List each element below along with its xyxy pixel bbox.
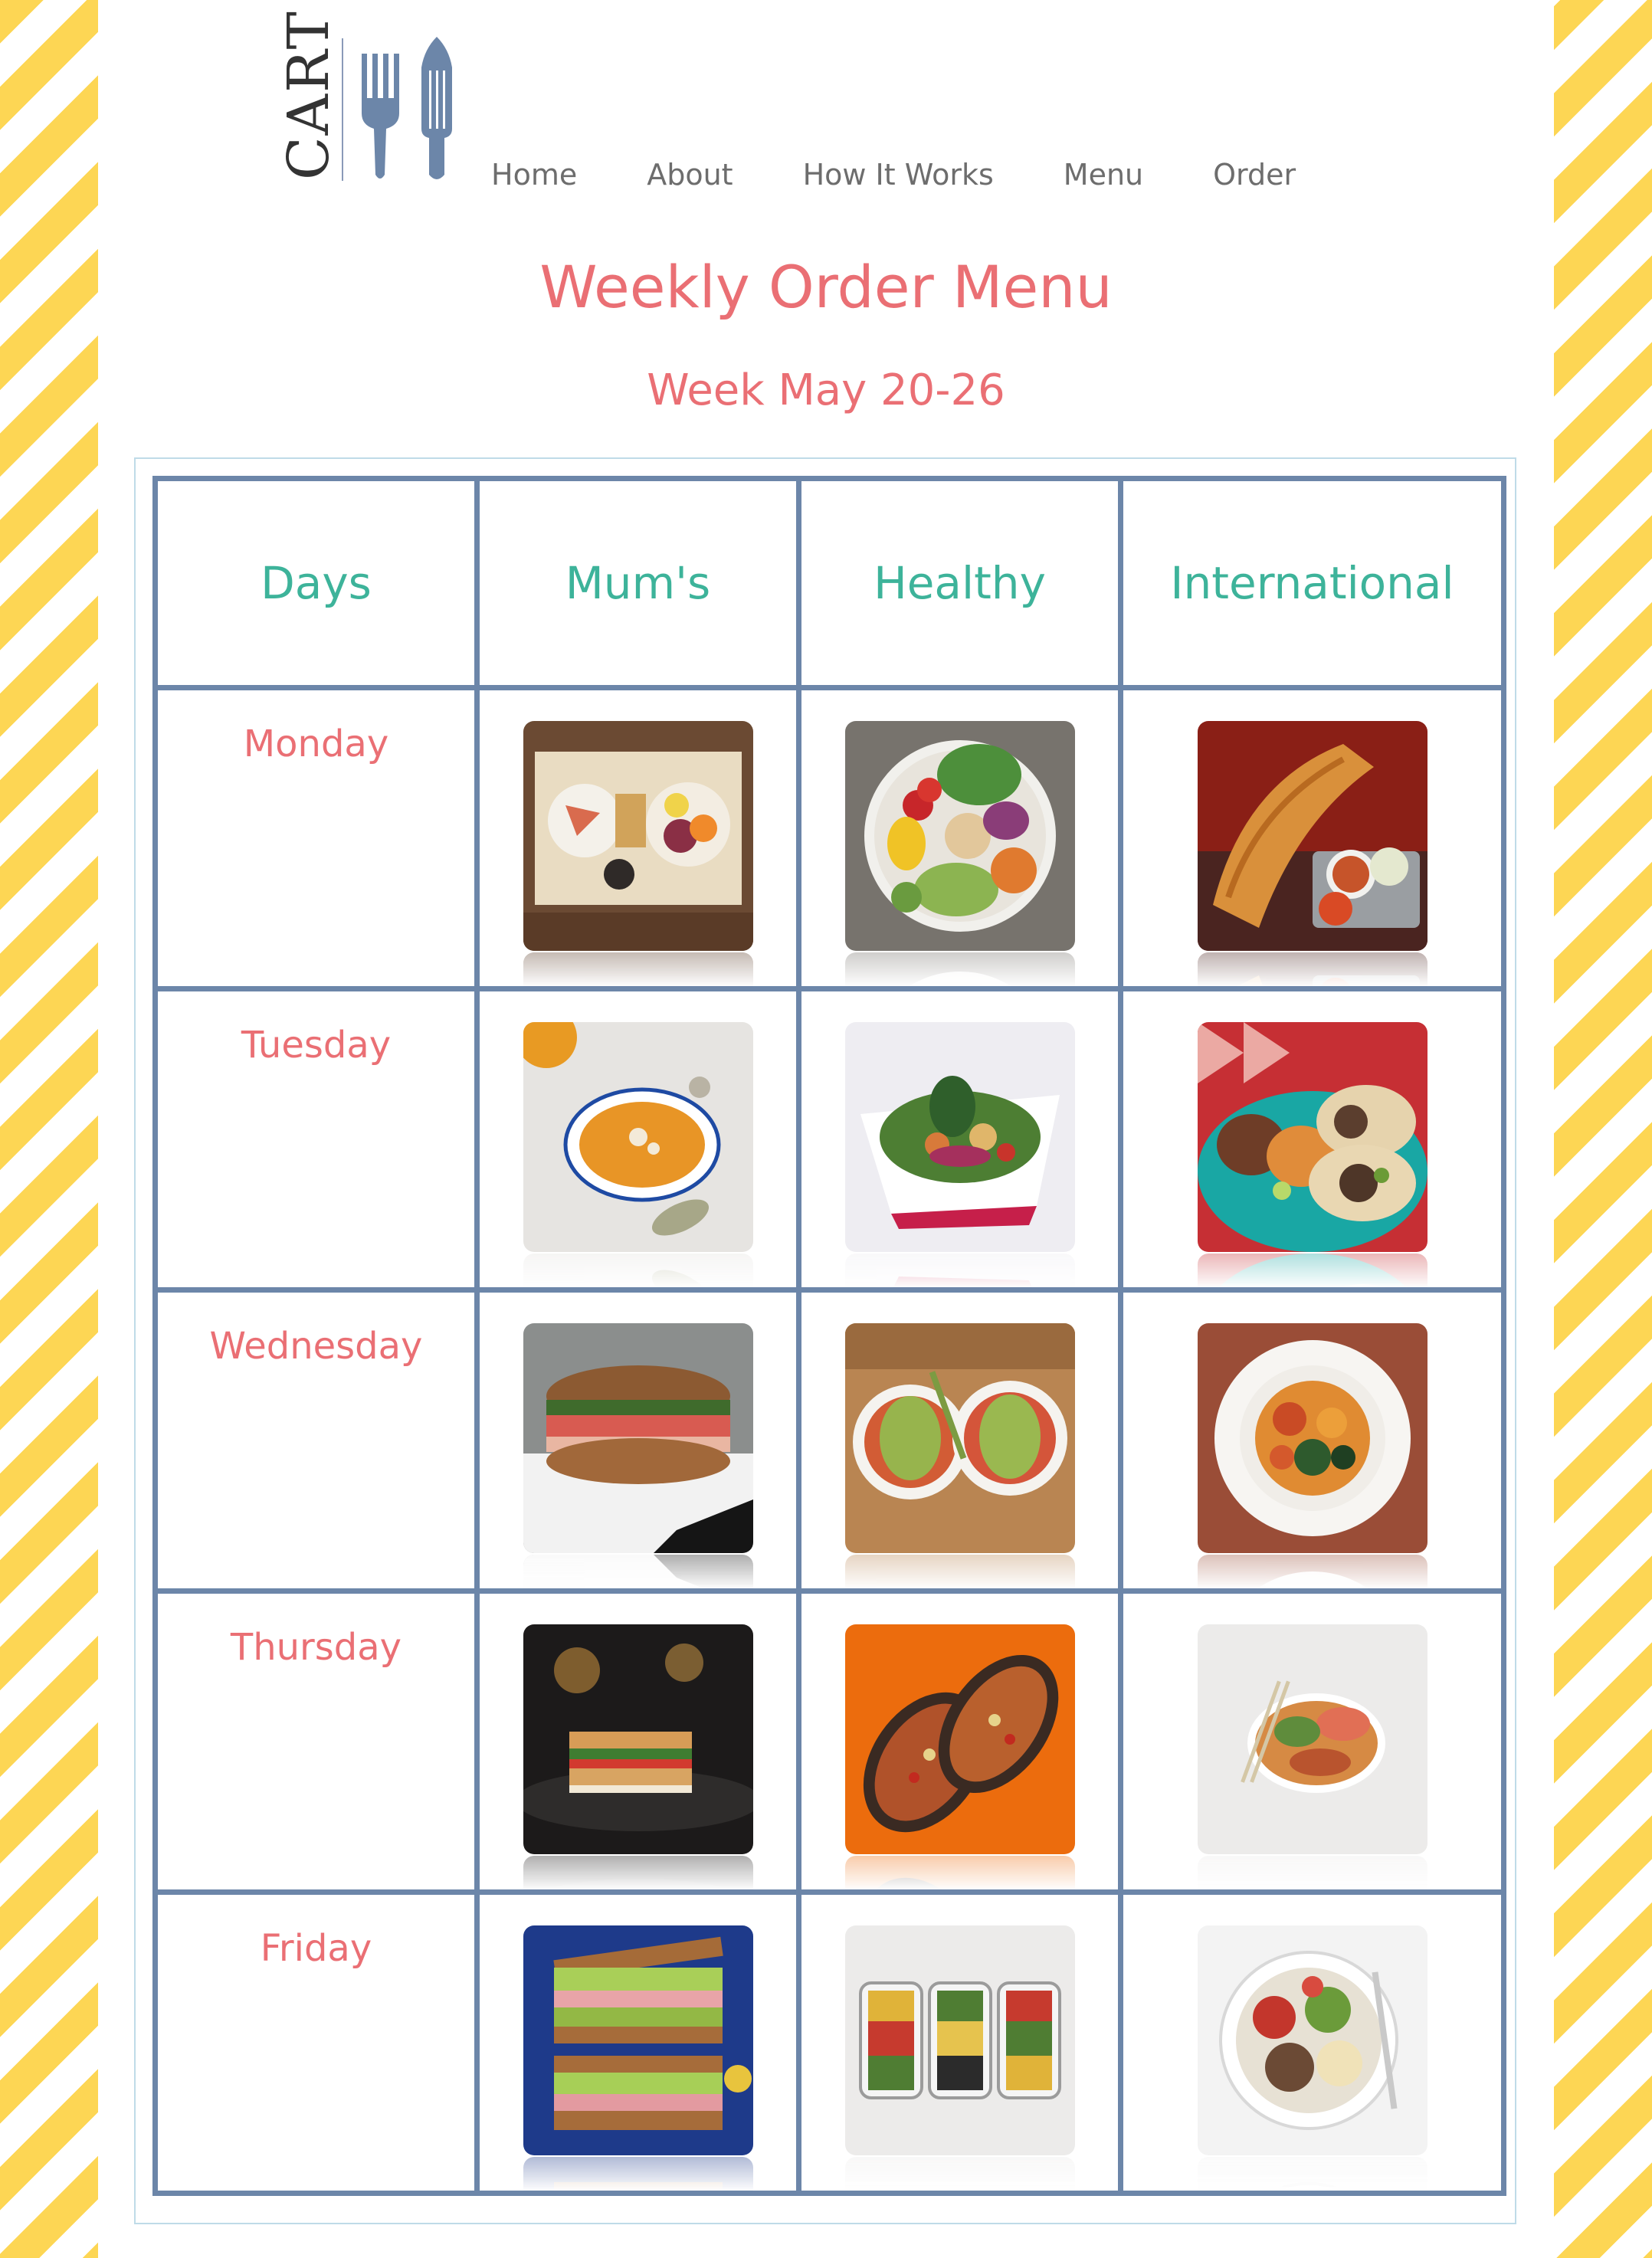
meal-photo-healthy-friday[interactable]	[844, 1925, 1075, 2155]
meal-photo-mums-thursday[interactable]	[523, 1624, 753, 1854]
meal-cell	[796, 685, 1123, 991]
day-label: Tuesday	[241, 1024, 392, 1067]
meal-cell	[474, 986, 801, 1293]
meal-cell	[1118, 685, 1506, 991]
meal-photo-international-tuesday[interactable]	[1197, 1022, 1427, 1252]
page-title: Weekly Order Menu	[539, 253, 1113, 321]
meal-cell	[1118, 986, 1506, 1293]
nav-menu[interactable]: Menu	[1064, 153, 1143, 196]
meal-photo-mums-friday[interactable]	[523, 1925, 753, 2155]
day-label: Friday	[260, 1927, 372, 1970]
table-row: Tuesday	[152, 986, 1506, 1293]
meal-cell	[796, 1287, 1123, 1594]
day-cell: Monday	[152, 685, 480, 991]
forks-icon	[362, 37, 452, 179]
meal-cell	[474, 1287, 801, 1594]
table-row: Friday	[152, 1889, 1506, 2196]
day-cell: Tuesday	[152, 986, 480, 1293]
meal-photo-mums-wednesday[interactable]	[523, 1323, 753, 1553]
day-label: Wednesday	[209, 1325, 423, 1368]
table-row: Wednesday	[152, 1287, 1506, 1594]
logo-divider	[342, 38, 343, 181]
day-label: Thursday	[230, 1626, 402, 1669]
meal-photo-international-wednesday[interactable]	[1197, 1323, 1427, 1553]
week-subtitle: Week May 20-26	[647, 365, 1005, 415]
meal-photo-healthy-thursday[interactable]	[844, 1624, 1075, 1854]
day-cell: Wednesday	[152, 1287, 480, 1594]
meal-cell	[1118, 1588, 1506, 1895]
meal-cell	[796, 1588, 1123, 1895]
table-header-row: Days Mum's Healthy International	[152, 476, 1506, 690]
nav-home[interactable]: Home	[491, 153, 577, 196]
main-nav: Home About How It Works Menu Order	[491, 153, 1365, 196]
meal-cell	[1118, 1287, 1506, 1594]
meal-photo-mums-monday[interactable]	[523, 721, 753, 951]
day-label: Monday	[243, 723, 389, 765]
meal-cell	[796, 1889, 1123, 2196]
weekly-menu-table: Days Mum's Healthy International Monday	[152, 476, 1506, 2196]
nav-about[interactable]: About	[647, 153, 733, 196]
day-cell: Friday	[152, 1889, 480, 2196]
table-row: Monday	[152, 685, 1506, 991]
day-cell: Thursday	[152, 1588, 480, 1895]
header-international: International	[1118, 476, 1506, 690]
menu-table-container: Days Mum's Healthy International Monday	[134, 457, 1516, 2224]
nav-order[interactable]: Order	[1213, 153, 1296, 196]
meal-photo-international-thursday[interactable]	[1197, 1624, 1427, 1854]
meal-cell	[796, 986, 1123, 1293]
meal-cell	[474, 1588, 801, 1895]
header-healthy: Healthy	[796, 476, 1123, 690]
meal-photo-healthy-tuesday[interactable]	[844, 1022, 1075, 1252]
header-days: Days	[152, 476, 480, 690]
meal-photo-healthy-wednesday[interactable]	[844, 1323, 1075, 1553]
meal-cell	[474, 1889, 801, 2196]
meal-photo-mums-tuesday[interactable]	[523, 1022, 753, 1252]
meal-cell	[1118, 1889, 1506, 2196]
page: CART Home About How It Works Menu Order …	[98, 0, 1554, 2258]
meal-cell	[474, 685, 801, 991]
logo-text: CART	[276, 10, 342, 180]
nav-how-it-works[interactable]: How It Works	[803, 153, 994, 196]
meal-photo-international-friday[interactable]	[1197, 1925, 1427, 2155]
meal-photo-healthy-monday[interactable]	[844, 721, 1075, 951]
meal-photo-international-monday[interactable]	[1197, 721, 1427, 951]
header-mums: Mum's	[474, 476, 801, 690]
table-row: Thursday	[152, 1588, 1506, 1895]
